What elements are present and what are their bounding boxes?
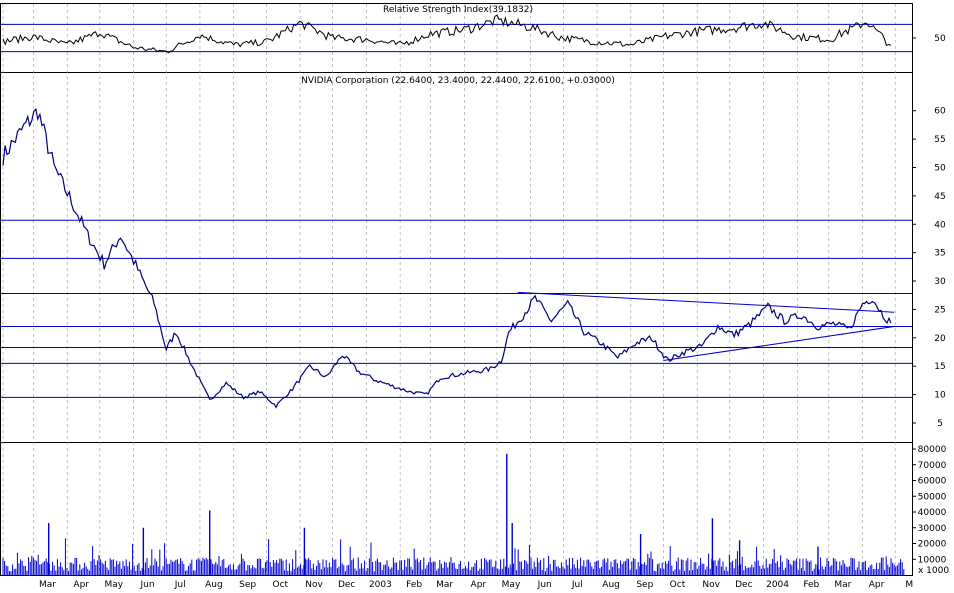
volume-y-tick-label: 60000 [918, 477, 947, 487]
volume-y-tick-label: 70000 [918, 461, 947, 471]
price-y-tick-label: 35 [934, 249, 945, 259]
price-y-tick-label: 30 [934, 277, 946, 287]
x-tick-label: M [905, 580, 913, 589]
price-y-tick-label: 45 [934, 192, 945, 202]
x-tick-label: Dec [735, 580, 752, 589]
price-horizontal-lines [1, 219, 912, 398]
volume-y-tick-label: 30000 [918, 524, 947, 534]
vertical-gridlines [2, 4, 896, 575]
x-tick-label: Aug [602, 580, 620, 589]
x-tick-label: Dec [338, 580, 355, 589]
chart-window: 5 10 15 20 25 30 35 40 45 50 55 60 50 10000 20000 30000… [0, 0, 954, 590]
rsi-line [2, 14, 892, 54]
x-tick-label: Sep [239, 580, 256, 589]
volume-bars [2, 453, 905, 575]
x-tick-label: Jul [174, 580, 186, 589]
x-tick-label: Apr [73, 580, 89, 589]
price-y-tick-label: 15 [934, 362, 945, 372]
x-axis-ticks: Mar Apr May Jun Jul Aug Sep Oct Nov Dec 2003 Feb Mar… [39, 580, 913, 590]
price-y-tick-label: 55 [934, 135, 945, 145]
volume-y-tick-label: 80000 [918, 445, 947, 455]
x-tick-label: Oct [670, 580, 686, 589]
x-tick-label: Jun [140, 580, 155, 589]
y-axis-ticks: 5 10 15 20 25 30 35 40 45 50 55 60 50 10000 20000 30000… [912, 34, 947, 565]
price-y-tick-label: 40 [934, 220, 946, 230]
price-y-tick-label: 10 [934, 391, 946, 401]
volume-unit-label: x 1000 [918, 566, 949, 576]
x-tick-label: Mar [834, 580, 851, 589]
x-tick-label: Nov [305, 580, 323, 589]
volume-panel-frame [0, 442, 913, 576]
price-y-tick-label: 50 [934, 163, 946, 173]
x-tick-label: Apr [869, 580, 885, 589]
x-tick-label: May [105, 580, 124, 589]
rsi-title: Relative Strength Index(39.1832) [383, 5, 533, 15]
trendline [663, 325, 895, 362]
x-tick-label: May [502, 580, 521, 589]
x-tick-label: Jul [571, 580, 583, 589]
x-tick-label: Feb [803, 580, 819, 589]
x-tick-label: 2004 [766, 580, 789, 589]
volume-y-tick-label: 20000 [918, 540, 947, 550]
trendline [517, 291, 895, 313]
x-tick-label: Aug [205, 580, 223, 589]
volume-y-tick-label: 10000 [918, 555, 947, 565]
price-title: NVIDIA Corporation (22.6400, 23.4000, 22… [301, 76, 615, 86]
x-tick-label: Apr [471, 580, 487, 589]
chart-svg: 5 10 15 20 25 30 35 40 45 50 55 60 50 10000 20000 30000… [0, 3, 949, 590]
x-tick-label: Nov [702, 580, 720, 589]
x-tick-label: Feb [406, 580, 422, 589]
price-y-tick-label: 60 [934, 107, 946, 117]
x-tick-label: Jun [537, 580, 552, 589]
x-tick-label: Mar [436, 580, 453, 589]
rsi-y-tick-label: 50 [934, 34, 946, 44]
volume-y-tick-label: 40000 [918, 508, 947, 518]
price-y-tick-label: 5 [937, 419, 943, 429]
price-panel-frame [0, 72, 913, 443]
x-tick-label: 2003 [369, 580, 392, 589]
x-tick-label: Oct [273, 580, 289, 589]
x-tick-label: Sep [636, 580, 653, 589]
x-tick-label: Mar [39, 580, 56, 589]
price-y-tick-label: 25 [934, 305, 945, 315]
price-y-tick-label: 20 [934, 334, 946, 344]
volume-y-tick-label: 50000 [918, 492, 947, 502]
